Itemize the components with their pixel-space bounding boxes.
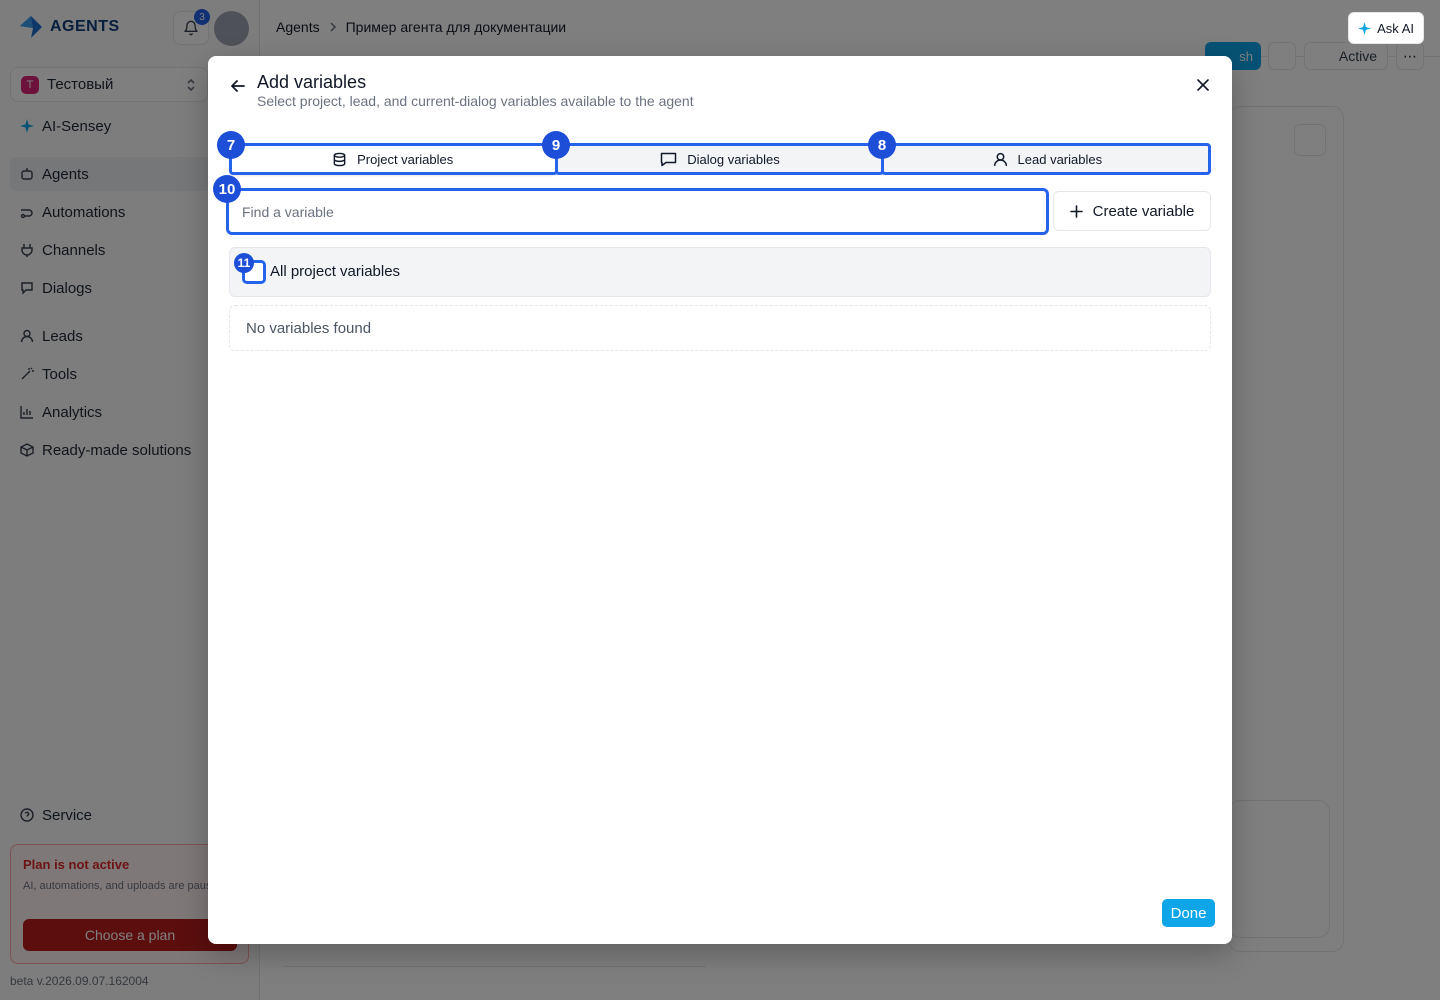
search-input[interactable]: [229, 191, 1046, 232]
variable-tabs: Project variables Dialog variables Lead …: [229, 143, 1211, 175]
marker-badge: 8: [868, 131, 896, 159]
back-button[interactable]: [228, 76, 248, 96]
marker-badge: 7: [217, 131, 245, 159]
database-icon: [332, 152, 347, 167]
tab-dialog-variables[interactable]: Dialog variables: [556, 143, 883, 175]
marker-badge: 10: [213, 175, 241, 203]
user-icon: [993, 152, 1008, 167]
empty-state: No variables found: [229, 305, 1211, 351]
close-icon: [1197, 79, 1209, 91]
ask-ai-button[interactable]: Ask AI: [1348, 12, 1424, 44]
tab-label: Project variables: [357, 151, 454, 167]
tab-label: Lead variables: [1017, 151, 1103, 167]
plus-icon: [1069, 204, 1083, 218]
marker-badge: 9: [542, 131, 570, 159]
create-variable-label: Create variable: [1092, 202, 1195, 220]
ask-ai-label: Ask AI: [1377, 20, 1414, 36]
empty-state-text: No variables found: [246, 320, 372, 337]
arrow-left-icon: [230, 78, 246, 94]
search-field: [226, 188, 1049, 235]
tab-lead-variables[interactable]: Lead variables: [884, 143, 1211, 175]
add-variables-dialog: Add variables Select project, lead, and …: [208, 56, 1232, 944]
tab-label: Dialog variables: [687, 151, 780, 167]
marker-badge: 11: [234, 253, 254, 273]
tab-project-variables[interactable]: Project variables: [229, 143, 557, 175]
dialog-title: Add variables: [257, 72, 367, 92]
message-icon: [660, 152, 677, 167]
done-button[interactable]: Done: [1162, 899, 1215, 927]
sparkle-icon: [1358, 21, 1372, 35]
create-variable-button[interactable]: Create variable: [1053, 191, 1211, 231]
select-all-row[interactable]: All project variables: [229, 247, 1211, 297]
dialog-subtitle: Select project, lead, and current-dialog…: [257, 93, 694, 109]
close-button[interactable]: [1194, 76, 1212, 94]
select-all-label: All project variables: [270, 263, 401, 280]
